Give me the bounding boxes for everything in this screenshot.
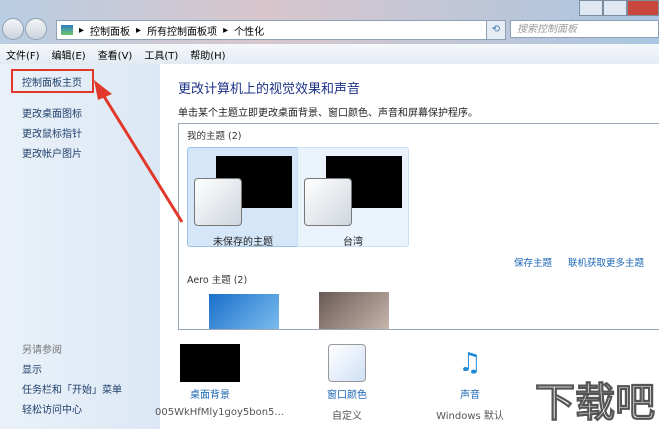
watermark-logo: 下载吧 — [535, 380, 656, 427]
red-arrow — [94, 80, 184, 223]
